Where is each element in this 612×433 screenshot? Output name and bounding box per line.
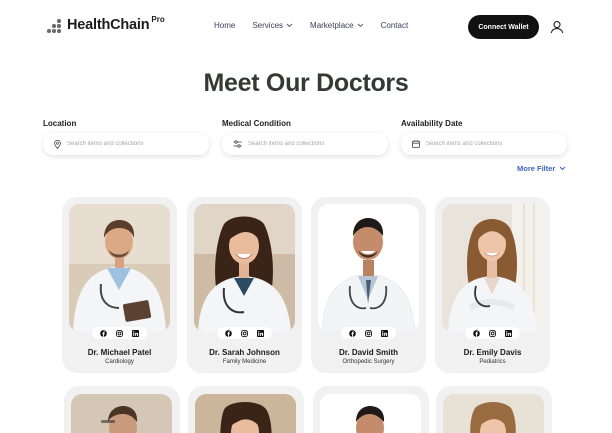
doctor-specialty: Pediatrics <box>479 359 506 365</box>
doctor-card-partial[interactable] <box>188 386 304 433</box>
availability-date-search-input[interactable] <box>426 141 556 147</box>
instagram-icon[interactable] <box>115 329 123 337</box>
nav-marketplace-label: Marketplace <box>310 21 354 30</box>
nav-marketplace[interactable]: Marketplace <box>310 21 364 30</box>
page-title: Meet Our Doctors <box>203 69 409 97</box>
brand-pro-badge: Pro <box>151 15 165 24</box>
facebook-icon[interactable] <box>225 329 233 337</box>
doctor-card-partial[interactable] <box>436 386 552 433</box>
user-icon[interactable] <box>550 20 564 34</box>
availability-date-filter[interactable] <box>401 133 567 155</box>
facebook-icon[interactable] <box>100 329 108 337</box>
social-links <box>217 327 272 339</box>
doctor-name: Dr. Michael Patel <box>87 348 152 357</box>
calendar-icon <box>412 140 420 148</box>
doctor-photo <box>318 204 419 332</box>
linkedin-icon[interactable] <box>380 329 388 337</box>
location-filter[interactable] <box>43 133 209 155</box>
doctor-card[interactable]: Dr. Sarah Johnson Family Medicine <box>187 197 302 373</box>
doctor-photo <box>443 394 544 433</box>
more-filter-label: More Filter <box>517 164 556 173</box>
medical-condition-filter[interactable] <box>222 133 388 155</box>
location-pin-icon <box>54 139 61 149</box>
connect-wallet-button[interactable]: Connect Wallet <box>468 15 539 39</box>
social-links <box>92 327 147 339</box>
doctor-card[interactable]: Dr. David Smith Orthopedic Surgery <box>311 197 426 373</box>
filter-label-location: Location <box>43 119 77 128</box>
doctor-photo <box>195 394 296 433</box>
doctor-card-partial[interactable] <box>313 386 429 433</box>
chevron-down-icon <box>286 23 293 28</box>
filter-label-medical-condition: Medical Condition <box>222 119 291 128</box>
doctor-name: Dr. Emily Davis <box>463 348 522 357</box>
doctor-photo <box>442 204 543 332</box>
doctor-photo <box>69 204 170 332</box>
doctor-specialty: Family Medicine <box>222 359 267 365</box>
doctor-name: Dr. Sarah Johnson <box>209 348 280 357</box>
doctor-card[interactable]: Dr. Emily Davis Pediatrics <box>435 197 550 373</box>
doctor-photo <box>194 204 295 332</box>
brand-logo[interactable]: HealthChain Pro <box>46 15 165 35</box>
location-search-input[interactable] <box>67 141 197 147</box>
medical-condition-search-input[interactable] <box>248 141 378 147</box>
nav-services[interactable]: Services <box>252 21 293 30</box>
doctor-name: Dr. David Smith <box>338 348 399 357</box>
facebook-icon[interactable] <box>349 329 357 337</box>
facebook-icon[interactable] <box>473 329 481 337</box>
instagram-icon[interactable] <box>364 329 372 337</box>
social-links <box>465 327 520 339</box>
doctor-photo <box>71 394 172 433</box>
chevron-down-icon <box>559 166 566 171</box>
site-header: HealthChain Pro Home Services Marketplac… <box>0 0 612 54</box>
linkedin-icon[interactable] <box>131 329 139 337</box>
sliders-icon <box>233 140 242 148</box>
nav-services-label: Services <box>252 21 284 30</box>
doctor-card-partial[interactable] <box>64 386 180 433</box>
brand-name: HealthChain <box>67 17 150 33</box>
filter-label-availability-date: Availability Date <box>401 119 463 128</box>
nav-contact-label: Contact <box>380 21 409 30</box>
nav-home[interactable]: Home <box>214 21 235 30</box>
logo-dots-icon <box>46 19 64 35</box>
doctor-specialty: Cardiology <box>105 359 134 365</box>
more-filter-button[interactable]: More Filter <box>517 164 566 173</box>
doctor-specialty: Orthopedic Surgery <box>342 359 395 365</box>
instagram-icon[interactable] <box>488 329 496 337</box>
linkedin-icon[interactable] <box>504 329 512 337</box>
linkedin-icon[interactable] <box>256 329 264 337</box>
nav-home-label: Home <box>214 21 236 30</box>
chevron-down-icon <box>357 23 363 28</box>
nav-contact[interactable]: Contact <box>381 21 409 30</box>
instagram-icon[interactable] <box>240 329 248 337</box>
doctor-photo <box>320 394 421 433</box>
social-links <box>341 327 396 339</box>
doctor-card[interactable]: Dr. Michael Patel Cardiology <box>62 197 177 373</box>
main-nav: Home Services Marketplace Contact <box>214 21 425 30</box>
